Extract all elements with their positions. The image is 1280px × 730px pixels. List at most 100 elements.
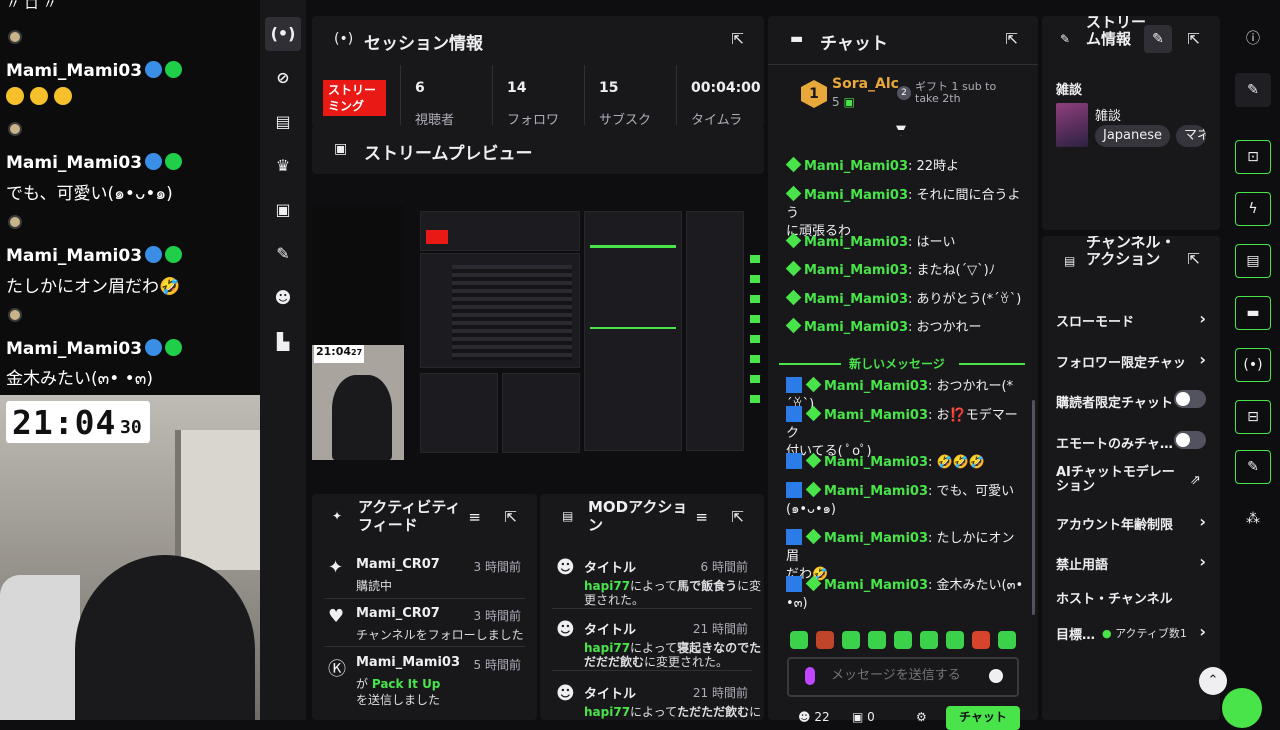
goals-row[interactable]: 目標… ● アクティブ数1 › <box>1056 622 1206 643</box>
link-icon[interactable]: ⊘ <box>265 61 301 95</box>
info-icon[interactable]: ⓘ <box>1235 22 1271 56</box>
chat-send-button[interactable]: チャット <box>946 706 1020 730</box>
emote-icon[interactable] <box>920 631 938 649</box>
filter-icon[interactable]: ≡ <box>695 508 708 526</box>
overlay-message: 金木みたい(๓• •๓) <box>6 369 153 389</box>
filter-icon[interactable]: ≡ <box>468 508 481 526</box>
stat-value: 15 <box>599 80 619 96</box>
external-link-icon[interactable]: ⇗ <box>1190 473 1201 488</box>
emote-icon[interactable] <box>998 631 1016 649</box>
emote-only-row: エモートのみチャ… <box>1056 431 1206 452</box>
emote-icon[interactable] <box>946 631 964 649</box>
layout-icon[interactable]: ⊟ <box>1235 400 1271 434</box>
emote-icon[interactable] <box>868 631 886 649</box>
emote-icon[interactable] <box>842 631 860 649</box>
host-channel-row[interactable]: ホスト・チャンネル <box>1056 588 1206 607</box>
category-thumbnail[interactable] <box>1056 103 1088 147</box>
screenshot-icon[interactable]: ⊡ <box>1235 140 1271 174</box>
chat-scrollbar[interactable] <box>1032 400 1035 615</box>
ai-moderation-row[interactable]: AIチャットモデレーション <box>1056 466 1186 494</box>
podium-icon[interactable]: ▙ <box>265 325 301 359</box>
goals-active-count: アクティブ数1 <box>1115 627 1187 640</box>
broadcast-icon[interactable]: (•) <box>1235 348 1271 382</box>
kick-badge-icon <box>785 317 802 334</box>
users-icon[interactable]: ☻ <box>265 281 301 315</box>
popout-icon[interactable]: ⇱ <box>504 508 517 526</box>
chat-bubble-icon: ▬ <box>790 31 804 47</box>
emote-only-toggle[interactable] <box>1174 431 1206 449</box>
account-age-row[interactable]: アカウント年齢制限 › <box>1056 512 1206 533</box>
pencil-icon[interactable]: ✎ <box>1235 73 1271 107</box>
crown-badge-icon <box>145 246 163 263</box>
emote-icon[interactable] <box>816 631 834 649</box>
mini-clock-time: 21:04 <box>316 345 352 358</box>
chevron-right-icon: › <box>1199 622 1206 641</box>
emote-icon[interactable] <box>894 631 912 649</box>
activity-user: Mami_CR07 <box>356 606 440 621</box>
gift-name: Pack It Up <box>371 677 441 691</box>
subscriber-only-toggle[interactable] <box>1174 390 1206 408</box>
top-gifter-name[interactable]: Sora_Alc <box>832 76 899 92</box>
bubbles-icon[interactable]: ⁂ <box>1235 502 1271 536</box>
overlay-clock: 21:04 30 <box>6 401 150 443</box>
chat-username[interactable]: Mami_Mami03 <box>824 578 928 593</box>
panel-header: (•) セッション情報 ⇱ <box>312 16 764 64</box>
user-edit-icon: ☻ <box>556 683 575 704</box>
scroll-up-button[interactable]: ⌃ <box>1199 667 1227 695</box>
follower-only-row[interactable]: フォロワー限定チャッ › <box>1056 350 1206 371</box>
overlay-top-fragment: 〃 ロ 〃 <box>6 0 57 13</box>
kick-fab-button[interactable] <box>1222 688 1262 728</box>
activity-item: ♥ Mami_CR07 3 時間前 チャンネルをフォローしました <box>312 606 537 656</box>
broadcast-icon[interactable]: (•) <box>265 17 301 51</box>
stat-uptime: 00:04:00 タイムラ <box>676 65 764 128</box>
popout-icon[interactable]: ⇱ <box>1187 250 1200 268</box>
tag-chip[interactable]: Japanese <box>1095 125 1171 147</box>
row-label: 禁止用語 <box>1056 558 1109 573</box>
wrench-icon[interactable]: ✎ <box>1235 450 1271 484</box>
wrench-icon[interactable]: ✎ <box>265 237 301 271</box>
chat-username[interactable]: Mami_Mami03 <box>824 379 928 394</box>
settings-icon[interactable]: ⚙ <box>916 710 927 724</box>
banned-words-row[interactable]: 禁止用語 › <box>1056 552 1206 573</box>
emote-icon[interactable] <box>972 631 990 649</box>
tag-chip[interactable]: マネ <box>1176 125 1206 147</box>
kick-badge-icon <box>165 339 183 356</box>
chat-username[interactable]: Mami_Mami03 <box>804 320 908 335</box>
chat-username[interactable]: Mami_Mami03 <box>804 159 908 174</box>
chat-username[interactable]: Mami_Mami03 <box>824 455 928 470</box>
chat-bubble-icon[interactable]: ▬ <box>1235 296 1271 330</box>
chat-username[interactable]: Mami_Mami03 <box>804 292 908 307</box>
mod-actions-panel: ▤ MODアクション ≡ ⇱ ☻ タイトル 6 時間前 hapi77によって馬で… <box>540 494 764 720</box>
chat-username[interactable]: Mami_Mami03 <box>824 531 928 546</box>
slow-mode-row[interactable]: スローモード › <box>1056 309 1206 330</box>
kick-badge-icon <box>785 260 802 277</box>
popout-icon[interactable]: ⇱ <box>1005 30 1018 48</box>
top-gifter-count: 5 ▣ <box>832 95 855 109</box>
chat-input-box[interactable] <box>787 657 1019 697</box>
popout-icon[interactable]: ⇱ <box>731 30 744 48</box>
emoji-picker-icon[interactable] <box>989 669 1003 683</box>
chat-message-input[interactable] <box>831 668 991 683</box>
emote-icon[interactable] <box>790 631 808 649</box>
category-name[interactable]: 雑談 <box>1095 105 1121 124</box>
notes-icon[interactable]: ▤ <box>1235 244 1271 278</box>
chevron-right-icon: › <box>1199 512 1206 531</box>
chat-username[interactable]: Mami_Mami03 <box>804 235 908 250</box>
chat-username[interactable]: Mami_Mami03 <box>824 408 928 423</box>
stream-preview-video[interactable]: 21:0427 <box>312 205 764 460</box>
video-icon[interactable]: ▣ <box>265 193 301 227</box>
edit-pencil-icon[interactable]: ✎ <box>1144 25 1172 53</box>
chat-username[interactable]: Mami_Mami03 <box>804 263 908 278</box>
popout-icon[interactable]: ⇱ <box>1187 30 1200 48</box>
chat-username[interactable]: Mami_Mami03 <box>824 484 928 499</box>
trophy-icon[interactable]: ♛ <box>265 149 301 183</box>
popout-icon[interactable]: ⇱ <box>731 508 744 526</box>
mini-clock-sec: 27 <box>351 348 363 357</box>
lightning-icon[interactable]: ϟ <box>1235 192 1271 226</box>
chart-icon[interactable]: ▤ <box>265 105 301 139</box>
clock-time: 21:04 <box>12 403 117 442</box>
mic-icon[interactable] <box>805 667 815 685</box>
mod-desc: だだだ飲むに変更された。 <box>584 653 728 670</box>
chat-username[interactable]: Mami_Mami03 <box>804 188 908 203</box>
panel-title: MODアクション <box>588 498 688 534</box>
